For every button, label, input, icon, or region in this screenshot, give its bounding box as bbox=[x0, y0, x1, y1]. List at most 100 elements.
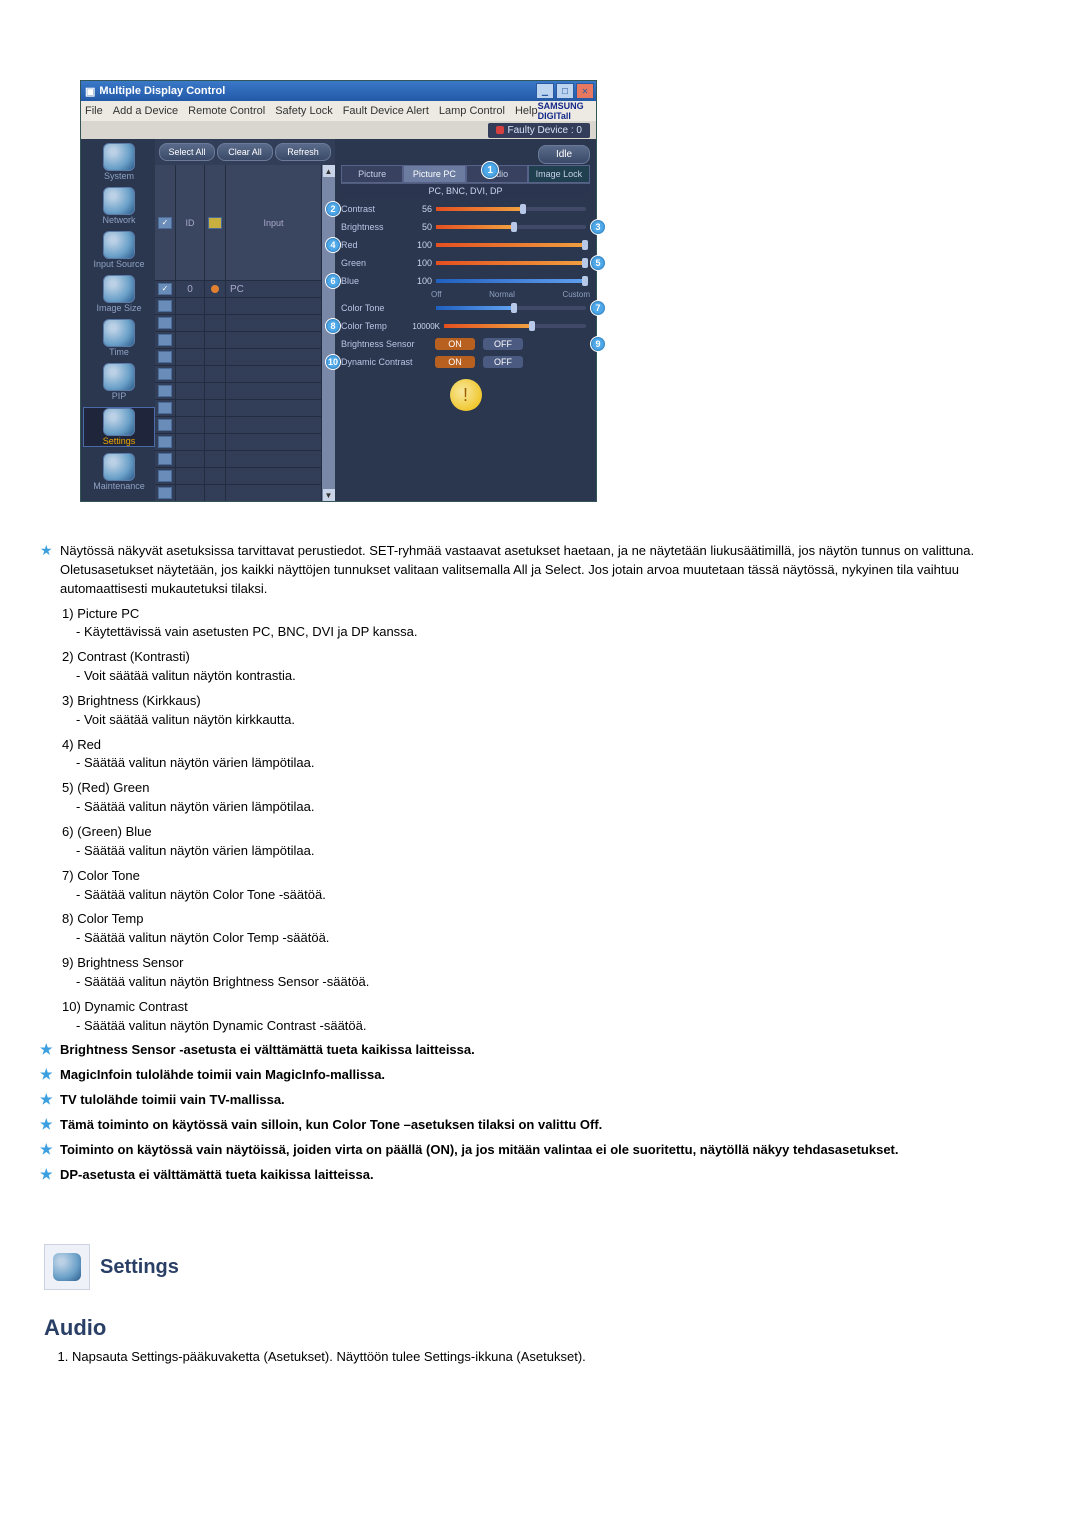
close-button[interactable]: ✕ bbox=[576, 83, 594, 99]
row-checkbox[interactable] bbox=[158, 436, 172, 448]
brightness-sensor-off-button[interactable]: OFF bbox=[483, 338, 523, 350]
menu-help[interactable]: Help bbox=[515, 105, 538, 117]
brand-label: SAMSUNG DIGITall bbox=[538, 101, 592, 121]
col-checkbox bbox=[155, 165, 176, 281]
row-status-icon bbox=[211, 285, 219, 293]
table-row[interactable] bbox=[155, 451, 322, 468]
table-row[interactable] bbox=[155, 349, 322, 366]
tabs: Picture Picture PC Audio Image Lock bbox=[341, 165, 590, 183]
note-item: ★Toiminto on käytössä vain näytöissä, jo… bbox=[40, 1141, 1040, 1160]
setting-brightness: 3 Brightness 50 bbox=[341, 218, 590, 236]
table-row[interactable] bbox=[155, 332, 322, 349]
idle-button[interactable]: Idle bbox=[538, 145, 590, 164]
brightness-slider[interactable] bbox=[436, 225, 586, 229]
menu-remote-control[interactable]: Remote Control bbox=[188, 105, 265, 117]
minimize-button[interactable]: ▁ bbox=[536, 83, 554, 99]
list-item: 2) Contrast (Kontrasti)- Voit säätää val… bbox=[62, 648, 1040, 686]
sidebar-item-time[interactable]: Time bbox=[83, 319, 155, 357]
callout-badge-10: 10 bbox=[325, 354, 341, 370]
green-slider[interactable] bbox=[436, 261, 586, 265]
star-icon: ★ bbox=[40, 1091, 54, 1110]
row-checkbox[interactable] bbox=[158, 351, 172, 363]
panel-subheader: PC, BNC, DVI, DP bbox=[341, 183, 590, 198]
tab-picture[interactable]: Picture bbox=[341, 165, 403, 183]
table-row[interactable] bbox=[155, 400, 322, 417]
dynamic-contrast-on-button[interactable]: ON bbox=[435, 356, 475, 368]
callout-badge-7: 7 bbox=[590, 300, 606, 316]
app-window: ▣ Multiple Display Control ▁ ☐ ✕ File Ad… bbox=[80, 80, 597, 502]
table-row[interactable] bbox=[155, 485, 322, 502]
table-row[interactable]: 0 PC bbox=[155, 281, 322, 298]
list-item: 10) Dynamic Contrast- Säätää valitun näy… bbox=[62, 998, 1040, 1036]
row-checkbox[interactable] bbox=[158, 419, 172, 431]
blue-slider[interactable] bbox=[436, 279, 586, 283]
sidebar: System Network Input Source Image Size T… bbox=[81, 139, 155, 501]
row-checkbox[interactable] bbox=[158, 470, 172, 482]
row-id: 0 bbox=[176, 281, 205, 298]
list-item: 1) Picture PC- Käytettävissä vain asetus… bbox=[62, 605, 1040, 643]
settings-section-header: Settings bbox=[44, 1244, 1040, 1290]
table-row[interactable] bbox=[155, 315, 322, 332]
table-row[interactable] bbox=[155, 366, 322, 383]
sidebar-item-settings[interactable]: Settings bbox=[83, 407, 155, 447]
list-item: 3) Brightness (Kirkkaus)- Voit säätää va… bbox=[62, 692, 1040, 730]
scroll-up-icon[interactable]: ▲ bbox=[323, 165, 335, 177]
table-row[interactable] bbox=[155, 468, 322, 485]
tab-image-lock[interactable]: Image Lock bbox=[528, 165, 590, 183]
row-checkbox[interactable] bbox=[158, 487, 172, 499]
menu-fault-device-alert[interactable]: Fault Device Alert bbox=[343, 105, 429, 117]
fault-dot-icon bbox=[496, 126, 504, 134]
note-item: ★TV tulolähde toimii vain TV-mallissa. bbox=[40, 1091, 1040, 1110]
row-checkbox[interactable] bbox=[158, 402, 172, 414]
feature-list: 1) Picture PC- Käytettävissä vain asetus… bbox=[62, 605, 1040, 1036]
dynamic-contrast-off-button[interactable]: OFF bbox=[483, 356, 523, 368]
contrast-slider[interactable] bbox=[436, 207, 586, 211]
row-checkbox[interactable] bbox=[158, 385, 172, 397]
list-item: Napsauta Settings-pääkuvaketta (Asetukse… bbox=[72, 1348, 1040, 1367]
settings-panel: Idle 1 Picture Picture PC Audio Image Lo… bbox=[335, 139, 596, 501]
refresh-button[interactable]: Refresh bbox=[275, 143, 331, 161]
time-icon bbox=[103, 319, 135, 347]
list-item: 9) Brightness Sensor- Säätää valitun näy… bbox=[62, 954, 1040, 992]
setting-contrast: 2 Contrast 56 bbox=[341, 200, 590, 218]
color-tone-labels: Off Normal Custom bbox=[341, 290, 590, 299]
red-slider[interactable] bbox=[436, 243, 586, 247]
row-checkbox[interactable] bbox=[158, 368, 172, 380]
table-row[interactable] bbox=[155, 417, 322, 434]
header-checkbox[interactable] bbox=[158, 217, 172, 229]
sidebar-item-maintenance[interactable]: Maintenance bbox=[83, 453, 155, 491]
header-status-icon bbox=[208, 217, 222, 229]
row-checkbox[interactable] bbox=[158, 283, 172, 295]
device-grid: ID Input 0 PC bbox=[155, 165, 335, 501]
sidebar-item-image-size[interactable]: Image Size bbox=[83, 275, 155, 313]
clear-all-button[interactable]: Clear All bbox=[217, 143, 273, 161]
maximize-button[interactable]: ☐ bbox=[556, 83, 574, 99]
color-temp-slider[interactable] bbox=[444, 324, 586, 328]
sidebar-item-pip[interactable]: PIP bbox=[83, 363, 155, 401]
star-icon: ★ bbox=[40, 1141, 54, 1160]
sidebar-item-input-source[interactable]: Input Source bbox=[83, 231, 155, 269]
menu-add-device[interactable]: Add a Device bbox=[113, 105, 178, 117]
menu-lamp-control[interactable]: Lamp Control bbox=[439, 105, 505, 117]
list-item: 5) (Red) Green- Säätää valitun näytön vä… bbox=[62, 779, 1040, 817]
warning-icon: ! bbox=[450, 379, 482, 411]
setting-red: 4 Red 100 bbox=[341, 236, 590, 254]
sidebar-item-system[interactable]: System bbox=[83, 143, 155, 181]
select-all-button[interactable]: Select All bbox=[159, 143, 215, 161]
menu-safety-lock[interactable]: Safety Lock bbox=[275, 105, 332, 117]
table-row[interactable] bbox=[155, 434, 322, 451]
row-checkbox[interactable] bbox=[158, 317, 172, 329]
sidebar-item-network[interactable]: Network bbox=[83, 187, 155, 225]
scroll-down-icon[interactable]: ▼ bbox=[323, 489, 335, 501]
table-row[interactable] bbox=[155, 298, 322, 315]
color-tone-slider[interactable] bbox=[436, 306, 586, 310]
menu-file[interactable]: File bbox=[85, 105, 103, 117]
app-icon: ▣ bbox=[85, 85, 95, 98]
system-icon bbox=[103, 143, 135, 171]
brightness-sensor-on-button[interactable]: ON bbox=[435, 338, 475, 350]
table-row[interactable] bbox=[155, 383, 322, 400]
row-checkbox[interactable] bbox=[158, 334, 172, 346]
row-checkbox[interactable] bbox=[158, 453, 172, 465]
row-checkbox[interactable] bbox=[158, 300, 172, 312]
tab-picture-pc[interactable]: Picture PC bbox=[403, 165, 465, 183]
